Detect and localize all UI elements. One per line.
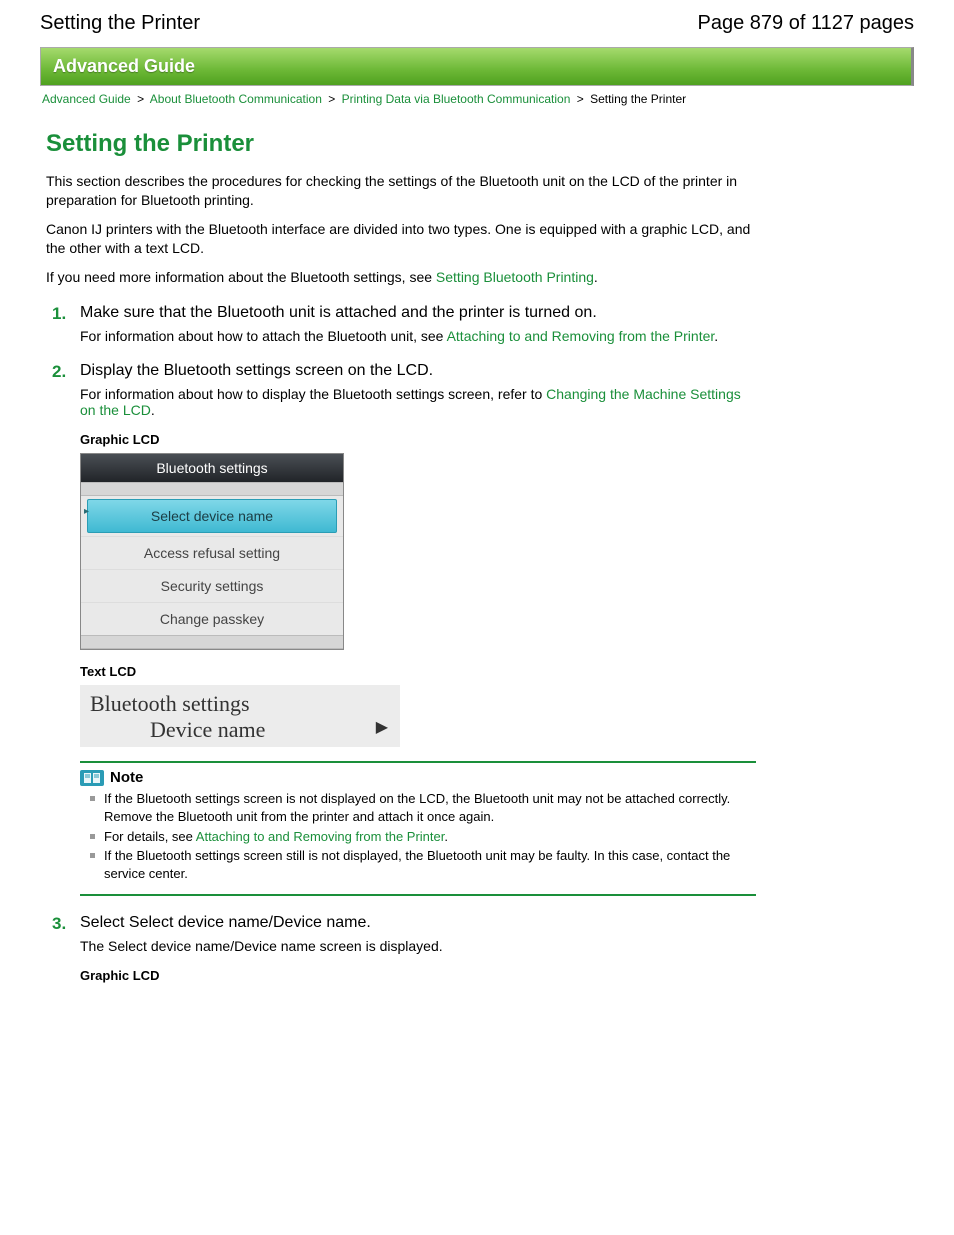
link-setting-bluetooth-printing[interactable]: Setting Bluetooth Printing	[436, 269, 594, 285]
step-title: Make sure that the Bluetooth unit is att…	[80, 304, 756, 322]
graphic-lcd-label: Graphic LCD	[80, 432, 756, 447]
breadcrumb-link-3[interactable]: Printing Data via Bluetooth Communicatio…	[342, 92, 571, 106]
step-number: 1.	[52, 304, 66, 324]
step-1: 1. Make sure that the Bluetooth unit is …	[46, 304, 756, 344]
banner-title: Advanced Guide	[40, 47, 914, 86]
step-title: Display the Bluetooth settings screen on…	[80, 362, 756, 380]
breadcrumb: Advanced Guide > About Bluetooth Communi…	[40, 86, 914, 120]
note-block: Note If the Bluetooth settings screen is…	[80, 761, 756, 896]
breadcrumb-current: Setting the Printer	[590, 92, 686, 106]
lcd-item: Change passkey	[81, 602, 343, 635]
text-lcd-label: Text LCD	[80, 664, 756, 679]
step-3: 3. Select Select device name/Device name…	[46, 914, 756, 983]
lcd-titlebar: Bluetooth settings	[81, 454, 343, 482]
text-lcd-line2: Device name	[90, 717, 390, 743]
step-2: 2. Display the Bluetooth settings screen…	[46, 362, 756, 896]
header-title: Setting the Printer	[40, 12, 200, 35]
note-title: Note	[110, 769, 143, 786]
step-number: 2.	[52, 362, 66, 382]
step-subtext: For information about how to attach the …	[80, 328, 756, 344]
breadcrumb-link-1[interactable]: Advanced Guide	[42, 92, 131, 106]
text-lcd-screenshot: Bluetooth settings Device name ▶	[80, 685, 400, 747]
note-item: If the Bluetooth settings screen is not …	[80, 790, 756, 825]
text-lcd-line1: Bluetooth settings	[90, 691, 390, 717]
intro-paragraph-2: Canon IJ printers with the Bluetooth int…	[46, 220, 756, 258]
link-attaching-removing[interactable]: Attaching to and Removing from the Print…	[447, 328, 715, 344]
lcd-item: Security settings	[81, 569, 343, 602]
intro-paragraph-3: If you need more information about the B…	[46, 268, 756, 287]
note-item: If the Bluetooth settings screen still i…	[80, 847, 756, 882]
intro-paragraph-1: This section describes the procedures fo…	[46, 172, 756, 210]
step-title: Select Select device name/Device name.	[80, 914, 756, 932]
note-item: For details, see Attaching to and Removi…	[80, 828, 756, 846]
breadcrumb-link-2[interactable]: About Bluetooth Communication	[150, 92, 322, 106]
step-subtext: The Select device name/Device name scree…	[80, 938, 756, 954]
note-icon	[80, 770, 104, 786]
graphic-lcd-screenshot: Bluetooth settings Select device name Ac…	[80, 453, 344, 650]
page-title: Setting the Printer	[46, 130, 756, 158]
lcd-item-selected: Select device name	[87, 499, 337, 533]
graphic-lcd-label-2: Graphic LCD	[80, 968, 756, 983]
page-counter: Page 879 of 1127 pages	[698, 12, 914, 35]
step-number: 3.	[52, 914, 66, 934]
link-attaching-removing-2[interactable]: Attaching to and Removing from the Print…	[196, 829, 445, 844]
right-arrow-icon: ▶	[376, 717, 388, 737]
step-subtext: For information about how to display the…	[80, 386, 756, 418]
lcd-item: Access refusal setting	[81, 536, 343, 569]
